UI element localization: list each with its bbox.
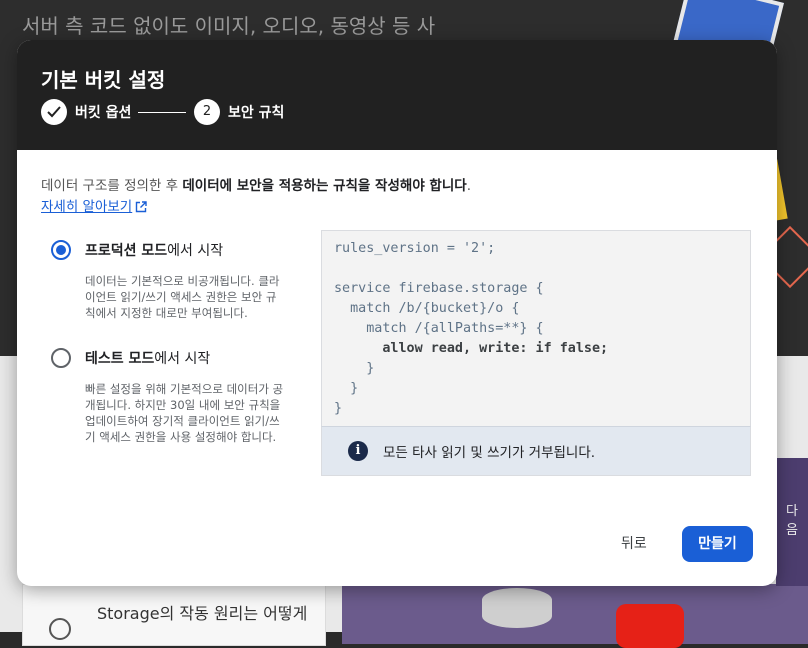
step-security-rules: 보안 규칙 <box>228 105 285 121</box>
learn-more-link[interactable]: 자세히 알아보기 <box>41 195 147 215</box>
code-line: } <box>334 381 359 396</box>
rules-code-preview: rules_version = '2'; service firebase.st… <box>321 230 751 426</box>
code-line: } <box>334 361 375 376</box>
code-line: rules_version = '2'; <box>334 241 496 256</box>
test-mode-description: 빠른 설정을 위해 기본적으로 데이터가 공개됩니다. 하지만 30일 내에 보… <box>85 382 284 444</box>
code-line: } <box>334 401 343 416</box>
test-mode-title[interactable]: 테스트 모드에서 시작 <box>85 348 210 368</box>
step-complete-check-icon <box>41 99 67 125</box>
background-video-thumbnail[interactable] <box>342 584 808 648</box>
step-bucket-options: 버킷 옵션 <box>75 105 132 121</box>
background-hero-text: 서버 측 코드 없이도 이미지, 오디오, 동영상 등 사 <box>22 14 436 38</box>
background-side-text: 다음 <box>786 504 798 538</box>
info-message: 모든 타사 읽기 및 쓰기가 거부됩니다. <box>383 445 596 461</box>
external-link-icon <box>136 201 147 213</box>
intro-bold-text: 데이터에 보안을 적용하는 규칙을 작성해야 합니다 <box>182 178 467 194</box>
help-icon <box>49 618 71 640</box>
back-button[interactable]: 뒤로 <box>621 526 647 562</box>
production-mode-title-rest: 에서 시작 <box>167 243 224 259</box>
production-mode-title[interactable]: 프로덕션 모드에서 시작 <box>85 240 223 260</box>
intro-plain-text: 데이터 구조를 정의한 후 <box>41 178 183 194</box>
setup-bucket-dialog: 기본 버킷 설정 버킷 옵션 2 보안 규칙 데이터 구조를 정의한 후 데이터… <box>17 40 777 586</box>
production-mode-radio[interactable] <box>51 240 71 260</box>
youtube-play-icon <box>616 604 684 648</box>
test-mode-radio[interactable] <box>51 348 71 368</box>
test-mode-title-rest: 에서 시작 <box>154 351 211 367</box>
dialog-title: 기본 버킷 설정 <box>41 68 166 92</box>
rules-info-banner: i 모든 타사 읽기 및 쓰기가 거부됩니다. <box>321 426 751 476</box>
create-button[interactable]: 만들기 <box>682 526 753 562</box>
production-mode-title-bold: 프로덕션 모드 <box>85 243 168 259</box>
code-line: service firebase.storage { <box>334 281 544 296</box>
code-line: match /{allPaths=**} { <box>334 321 544 336</box>
intro-end-text: . <box>466 178 471 194</box>
rules-code: rules_version = '2'; service firebase.st… <box>334 239 608 419</box>
intro-text: 데이터 구조를 정의한 후 데이터에 보안을 적용하는 규칙을 작성해야 합니다… <box>41 174 471 194</box>
stepper-connector <box>138 112 186 113</box>
dialog-header: 기본 버킷 설정 버킷 옵션 2 보안 규칙 <box>17 40 777 150</box>
step-number-badge: 2 <box>194 99 220 125</box>
background-help-card-text: Storage의 작동 원리는 어떻게 <box>97 604 308 623</box>
info-icon: i <box>348 441 368 461</box>
test-mode-title-bold: 테스트 모드 <box>85 351 155 367</box>
code-line-highlighted: allow read, write: if false; <box>334 341 609 356</box>
learn-more-label: 자세히 알아보기 <box>41 199 133 215</box>
code-line: match /b/{bucket}/o { <box>334 301 520 316</box>
production-mode-description: 데이터는 기본적으로 비공개됩니다. 클라이언트 읽기/쓰기 액세스 권한은 보… <box>85 274 280 320</box>
